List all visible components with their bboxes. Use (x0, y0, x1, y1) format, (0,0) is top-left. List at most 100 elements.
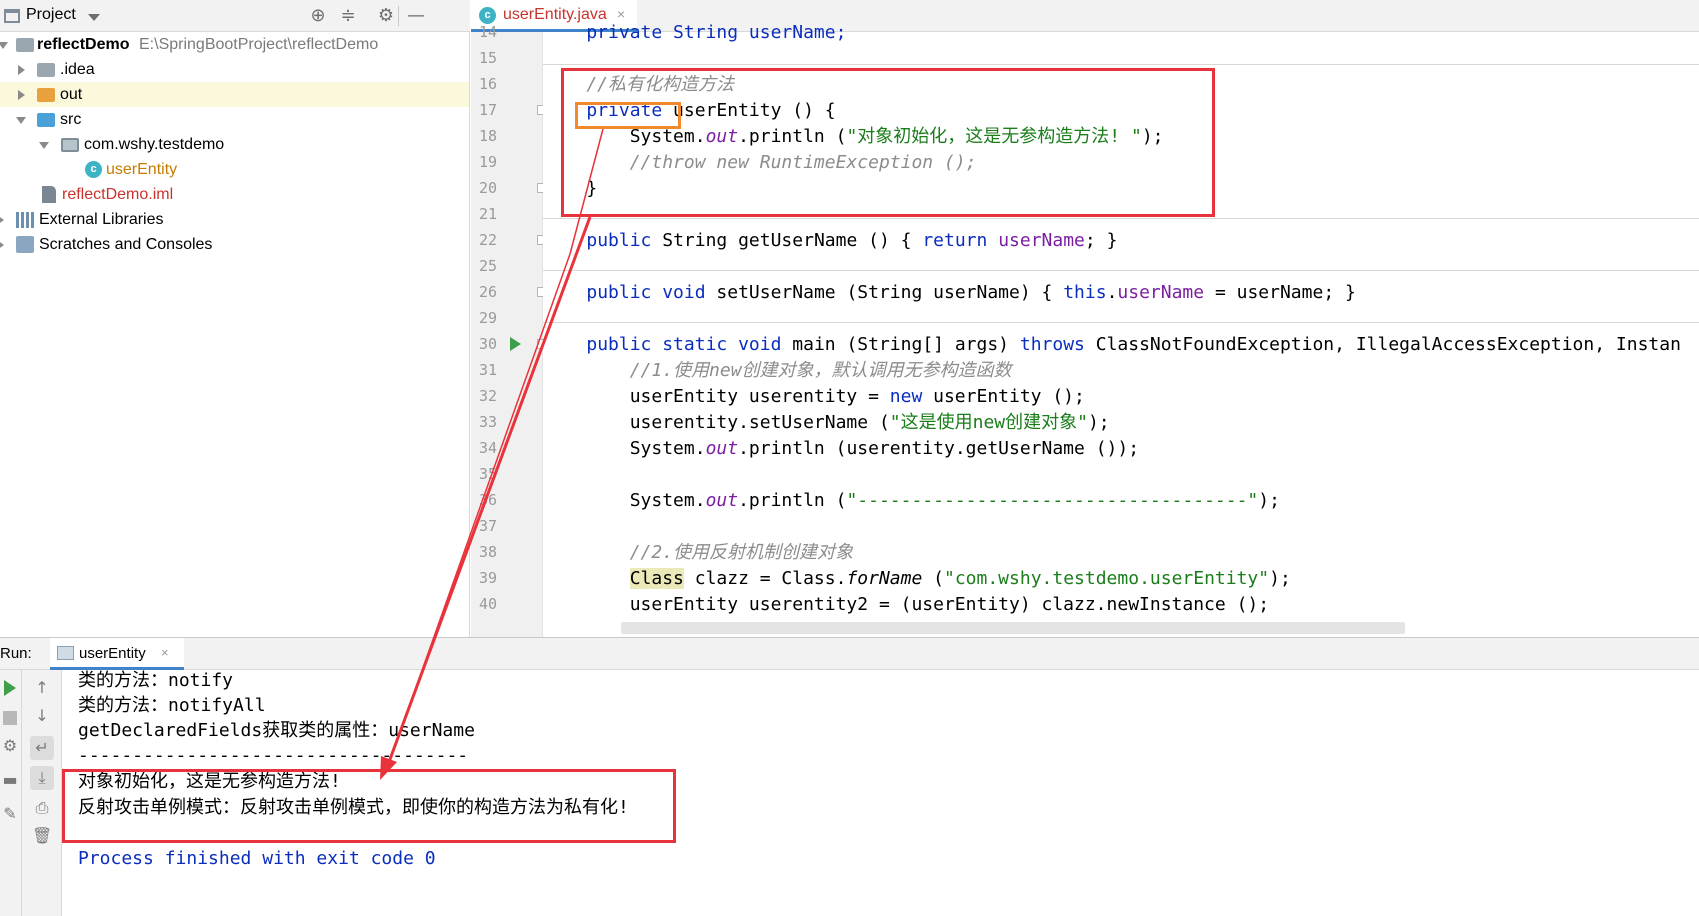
code-keyword: public static void (586, 334, 782, 355)
line-number: 34 (478, 439, 497, 457)
code-text: userEntity (); (922, 386, 1085, 407)
code-text: ); (1269, 568, 1291, 589)
soft-wrap-icon[interactable]: ↵ (30, 736, 54, 760)
code-text: System. (543, 490, 706, 511)
code-text: private String userName; (543, 22, 847, 43)
line-number: 30 (478, 335, 497, 353)
annotation-box-output (62, 769, 676, 843)
line-number: 16 (478, 75, 497, 93)
expand-arrow-icon[interactable] (18, 65, 25, 75)
code-line: userEntity userentity2 = (userEntity) cl… (543, 594, 1270, 615)
expand-arrow-icon[interactable] (0, 240, 4, 250)
code-text: String getUserName () { (651, 230, 923, 251)
run-triangle (4, 680, 16, 696)
line-number: 21 (478, 205, 497, 223)
run-tab-userentity[interactable]: userEntity × (50, 638, 184, 670)
code-line: public String getUserName () { return us… (543, 227, 1117, 254)
method-separator (543, 322, 1699, 323)
code-text: setUserName (String userName) { (705, 282, 1064, 303)
run-icon[interactable] (0, 678, 20, 698)
code-method: forName (846, 568, 923, 589)
line-number: 20 (478, 179, 497, 197)
tree-item-idea[interactable]: .idea (0, 57, 469, 82)
tree-item-src[interactable]: src (0, 107, 469, 132)
code-line: userEntity userentity = new userEntity (… (543, 383, 1085, 410)
method-separator (543, 218, 1699, 219)
code-keyword: throws (1019, 334, 1085, 355)
line-number: 35 (478, 465, 497, 483)
project-title[interactable]: Project (26, 6, 76, 24)
expand-arrow-icon[interactable] (0, 215, 4, 225)
line-number: 19 (478, 153, 497, 171)
module-folder-icon (16, 38, 34, 52)
minimize-icon[interactable]: — (406, 6, 426, 26)
expand-arrow-icon[interactable] (0, 42, 8, 49)
package-icon (61, 138, 79, 152)
run-gutter-icon[interactable] (510, 337, 521, 351)
scratches-icon (16, 236, 34, 253)
line-number: 37 (478, 517, 497, 535)
java-class-icon: c (85, 161, 102, 178)
iml-file-icon (42, 186, 56, 203)
expand-arrow-icon[interactable] (18, 90, 25, 100)
settings-icon[interactable]: ⚙ (0, 736, 20, 756)
line-number: 33 (478, 413, 497, 431)
code-text: System. (543, 438, 706, 459)
tree-item-reflectdemo[interactable]: reflectDemo E:\SpringBootProject\reflect… (0, 32, 469, 57)
tree-item-label: reflectDemo (37, 36, 130, 53)
line-number-gutter: 14 15 16 17 18 19 20 21 22 25 26 29 30 3… (471, 23, 546, 637)
code-text: ( (922, 568, 944, 589)
code-text: userentity.setUserName ( (543, 412, 890, 433)
tree-item-iml[interactable]: reflectDemo.iml (0, 182, 469, 207)
layout-icon[interactable]: ▬ (0, 770, 20, 790)
code-keyword: this (1063, 282, 1107, 303)
console-line: getDeclaredFields获取类的属性：userName (78, 720, 475, 741)
tree-item-scratches[interactable]: Scratches and Consoles (0, 232, 469, 257)
console-line-exit: Process finished with exit code 0 (78, 848, 436, 869)
code-text: ); (1258, 490, 1280, 511)
tree-item-package[interactable]: com.wshy.testdemo (0, 132, 469, 157)
print-icon[interactable]: ⎙ (32, 798, 52, 818)
line-number: 25 (478, 257, 497, 275)
code-keyword: public void (586, 282, 706, 303)
expand-arrow-icon[interactable] (39, 142, 49, 149)
horizontal-scrollbar[interactable] (621, 622, 1405, 634)
run-tab-label: userEntity (79, 645, 146, 662)
scroll-to-end-icon[interactable]: ⤓ (30, 766, 54, 790)
run-toolbar-right: ↑ ↓ ↵ ⤓ ⎙ 🗑 (22, 670, 62, 916)
gear-icon[interactable]: ⚙ (376, 6, 396, 26)
arrow-down-icon[interactable]: ↓ (32, 706, 52, 726)
run-label: Run: (0, 645, 32, 662)
stop-square (3, 711, 17, 725)
trash-icon[interactable]: 🗑 (32, 826, 52, 846)
source-folder-icon (37, 113, 55, 127)
chevron-down-icon[interactable] (88, 14, 100, 21)
close-icon[interactable]: × (161, 645, 169, 660)
line-number: 26 (478, 283, 497, 301)
code-text: ); (1087, 412, 1110, 433)
code-line: System.out.println (userentity.getUserNa… (543, 435, 1139, 462)
code-text: clazz = Class. (683, 568, 847, 589)
stop-icon[interactable] (0, 708, 20, 728)
code-class: Class (629, 568, 684, 589)
pin-icon[interactable]: ✎ (0, 804, 20, 824)
line-number: 14 (478, 23, 497, 41)
line-number: 40 (478, 595, 497, 613)
code-text: ; } (1084, 230, 1118, 251)
code-string: "------------------------------------" (846, 490, 1259, 511)
locate-icon[interactable]: ⊕ (308, 6, 328, 26)
arrow-up-icon[interactable]: ↑ (32, 678, 52, 698)
line-number: 22 (478, 231, 497, 249)
code-field: userName (987, 230, 1085, 251)
tree-item-out[interactable]: out (0, 82, 469, 107)
code-keyword: new (889, 386, 923, 407)
tree-item-userentity[interactable]: c userEntity (0, 157, 469, 182)
code-text: ClassNotFoundException, IllegalAccessExc… (1084, 334, 1681, 355)
code-text: . (1106, 282, 1118, 303)
code-keyword: public (586, 230, 652, 251)
tree-item-external-libraries[interactable]: External Libraries (0, 207, 469, 232)
code-line: userentity.setUserName ("这是使用new创建对象"); (543, 409, 1110, 436)
expand-arrow-icon[interactable] (16, 117, 26, 124)
collapse-icon[interactable]: ≑ (338, 6, 358, 26)
tree-item-label: reflectDemo.iml (62, 186, 174, 203)
